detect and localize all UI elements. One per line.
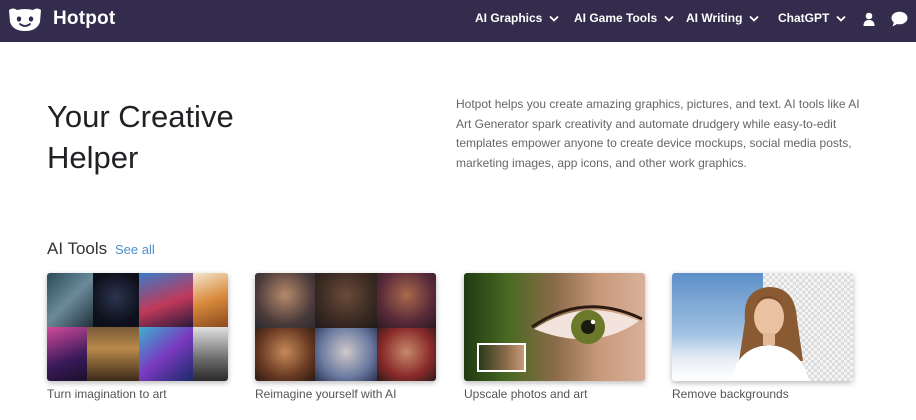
portrait-thumbnail	[377, 328, 436, 381]
user-icon[interactable]	[863, 12, 875, 26]
chevron-down-icon	[836, 15, 846, 22]
tool-card-portraits[interactable]	[255, 273, 436, 381]
nav-ai-graphics-label: AI Graphics	[475, 11, 543, 25]
hero-title-line2: Helper	[47, 140, 139, 175]
portrait-thumbnail	[315, 328, 377, 381]
tool-card-label[interactable]: Turn imagination to art	[47, 387, 167, 401]
art-thumbnail	[47, 273, 93, 327]
portrait-thumbnail	[377, 273, 436, 328]
chat-bubble-icon[interactable]	[891, 11, 908, 27]
nav-ai-writing-label: AI Writing	[686, 11, 743, 25]
art-thumbnail	[139, 273, 193, 327]
tool-card-upscale[interactable]	[464, 273, 645, 381]
nav-ai-graphics[interactable]: AI Graphics	[475, 11, 559, 25]
portrait-thumbnail	[315, 273, 377, 328]
top-nav-bar: Hotpot AI Graphics AI Game Tools AI Writ…	[0, 0, 916, 42]
art-thumbnail	[193, 273, 228, 327]
chevron-down-icon	[749, 15, 760, 22]
nav-ai-game-tools[interactable]: AI Game Tools	[574, 11, 674, 25]
zoom-inset	[477, 343, 526, 372]
nav-ai-game-tools-label: AI Game Tools	[574, 11, 658, 25]
nav-chatgpt[interactable]: ChatGPT	[778, 11, 846, 25]
art-thumbnail	[193, 327, 228, 381]
see-all-link[interactable]: See all	[115, 242, 155, 257]
art-thumbnail	[93, 273, 139, 327]
brand-logo[interactable]: Hotpot	[7, 6, 115, 32]
woman-portrait	[731, 287, 809, 381]
nav-chatgpt-label: ChatGPT	[778, 11, 830, 25]
tool-card-remove-background[interactable]	[672, 273, 853, 381]
chevron-down-icon	[664, 15, 674, 22]
hotpot-logo-icon	[9, 8, 41, 31]
nav-ai-writing[interactable]: AI Writing	[686, 11, 760, 25]
brand-name: Hotpot	[53, 8, 116, 29]
art-thumbnail	[47, 327, 87, 381]
hero-title-line1: Your Creative	[47, 99, 234, 134]
portrait-thumbnail	[255, 328, 315, 381]
portrait-thumbnail	[255, 273, 315, 328]
tool-card-label[interactable]: Remove backgrounds	[672, 387, 789, 401]
art-thumbnail	[87, 327, 139, 381]
tool-card-art-generator[interactable]	[47, 273, 228, 381]
tool-card-label[interactable]: Upscale photos and art	[464, 387, 587, 401]
chevron-down-icon	[549, 15, 559, 22]
hero-description: Hotpot helps you create amazing graphics…	[456, 97, 860, 170]
art-thumbnail	[139, 327, 193, 381]
section-title: AI Tools	[47, 239, 108, 258]
tool-card-label[interactable]: Reimagine yourself with AI	[255, 387, 396, 401]
eye-illustration	[531, 305, 643, 344]
hero-title: Your Creative Helper	[47, 96, 347, 178]
